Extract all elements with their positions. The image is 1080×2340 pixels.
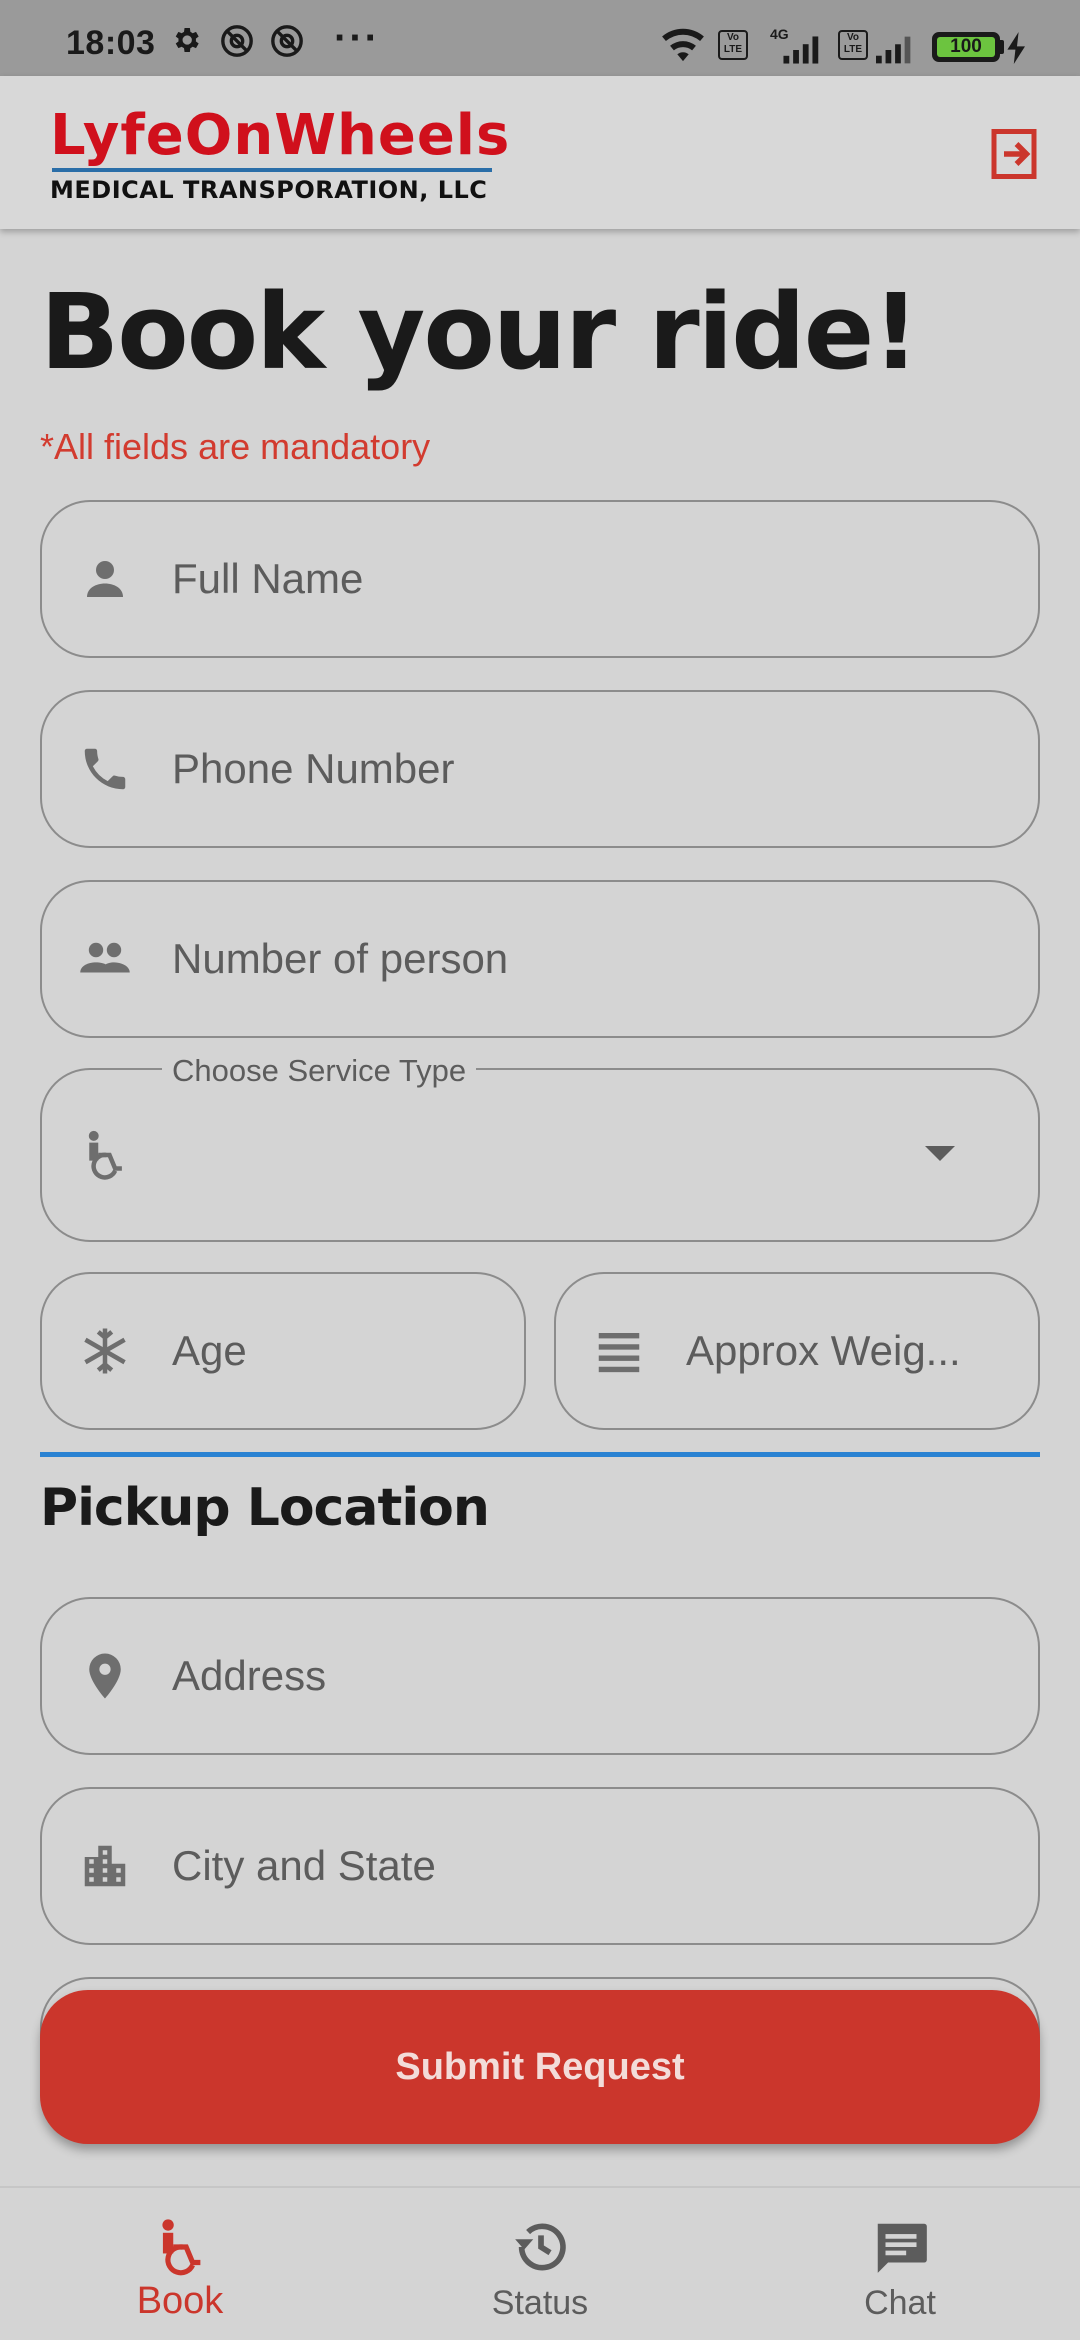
city-state-field[interactable]: City and State bbox=[40, 1787, 1040, 1945]
location-pin-icon bbox=[89, 1653, 121, 1699]
full-name-field[interactable]: Full Name bbox=[40, 500, 1040, 658]
battery-tip bbox=[1000, 40, 1004, 54]
submit-request-button[interactable]: Submit Request bbox=[40, 1990, 1040, 2144]
status-bar: 18:03 ··· Vo LTE 4G Vo LTE 100 bbox=[0, 0, 1080, 76]
signal-icon bbox=[876, 36, 911, 64]
address-field[interactable]: Address bbox=[40, 1597, 1040, 1755]
dropdown-arrow-icon[interactable] bbox=[925, 1146, 955, 1161]
logo-underline bbox=[52, 168, 492, 172]
nav-item-status[interactable]: Status bbox=[360, 2188, 720, 2340]
people-icon bbox=[80, 942, 130, 973]
city-buildings-icon bbox=[84, 1845, 126, 1887]
status-time: 18:03 bbox=[66, 24, 156, 62]
logo-wordmark: LyfeOnWheels bbox=[50, 103, 511, 168]
full-name-placeholder: Full Name bbox=[172, 555, 364, 602]
wheelchair-icon bbox=[162, 2219, 201, 2276]
snowflake-icon bbox=[84, 1328, 126, 1374]
chat-icon bbox=[877, 2223, 927, 2273]
logo-tagline: MEDICAL TRANSPORATION, LLC bbox=[50, 176, 488, 204]
city-state-placeholder: City and State bbox=[172, 1842, 436, 1889]
at-sign-icon bbox=[271, 25, 303, 57]
settings-gear-icon bbox=[175, 28, 199, 52]
battery-indicator: 100 bbox=[932, 32, 1000, 62]
age-placeholder: Age bbox=[172, 1327, 247, 1374]
page-title: Book your ride! bbox=[40, 271, 920, 393]
more-notifications-icon: ··· bbox=[334, 16, 380, 60]
wifi-icon bbox=[662, 28, 704, 62]
nav-label-book: Book bbox=[136, 2280, 224, 2322]
address-placeholder: Address bbox=[172, 1652, 327, 1699]
bottom-navigation: Book Status Chat bbox=[0, 2186, 1080, 2340]
phone-number-placeholder: Phone Number bbox=[172, 745, 455, 792]
logout-icon[interactable] bbox=[984, 124, 1044, 184]
wheelchair-icon bbox=[88, 1130, 122, 1180]
signal-icon bbox=[783, 36, 819, 64]
number-of-persons-placeholder: Number of person bbox=[172, 935, 509, 982]
person-icon bbox=[87, 561, 123, 597]
service-type-dropdown[interactable] bbox=[40, 1068, 1040, 1242]
approx-weight-field[interactable]: Approx Weig... bbox=[554, 1272, 1040, 1430]
section-divider bbox=[40, 1452, 1040, 1457]
phone-number-field[interactable]: Phone Number bbox=[40, 690, 1040, 848]
screen: 18:03 ··· Vo LTE 4G Vo LTE 100 LyfeOnWhe… bbox=[0, 0, 1080, 2340]
pickup-location-heading: Pickup Location bbox=[40, 1478, 490, 1538]
brand-logo: LyfeOnWheels MEDICAL TRANSPORATION, LLC bbox=[50, 106, 510, 206]
mandatory-note: *All fields are mandatory bbox=[40, 426, 431, 467]
nav-label-status: Status bbox=[491, 2284, 589, 2322]
history-icon bbox=[515, 2223, 566, 2271]
nav-item-chat[interactable]: Chat bbox=[720, 2188, 1080, 2340]
nav-label-chat: Chat bbox=[864, 2284, 936, 2322]
age-field[interactable]: Age bbox=[40, 1272, 526, 1430]
lines-icon bbox=[598, 1333, 640, 1373]
phone-icon bbox=[84, 748, 126, 790]
approx-weight-placeholder: Approx Weig... bbox=[686, 1327, 961, 1374]
volte-badge: Vo LTE bbox=[838, 30, 868, 60]
number-of-persons-field[interactable]: Number of person bbox=[40, 880, 1040, 1038]
app-bar: LyfeOnWheels MEDICAL TRANSPORATION, LLC bbox=[0, 76, 1080, 229]
nav-item-book[interactable]: Book bbox=[0, 2188, 360, 2340]
volte-badge: Vo LTE bbox=[718, 30, 748, 60]
service-type-label: Choose Service Type bbox=[162, 1053, 477, 1089]
charging-bolt-icon bbox=[1007, 32, 1025, 64]
at-sign-icon bbox=[221, 25, 253, 57]
